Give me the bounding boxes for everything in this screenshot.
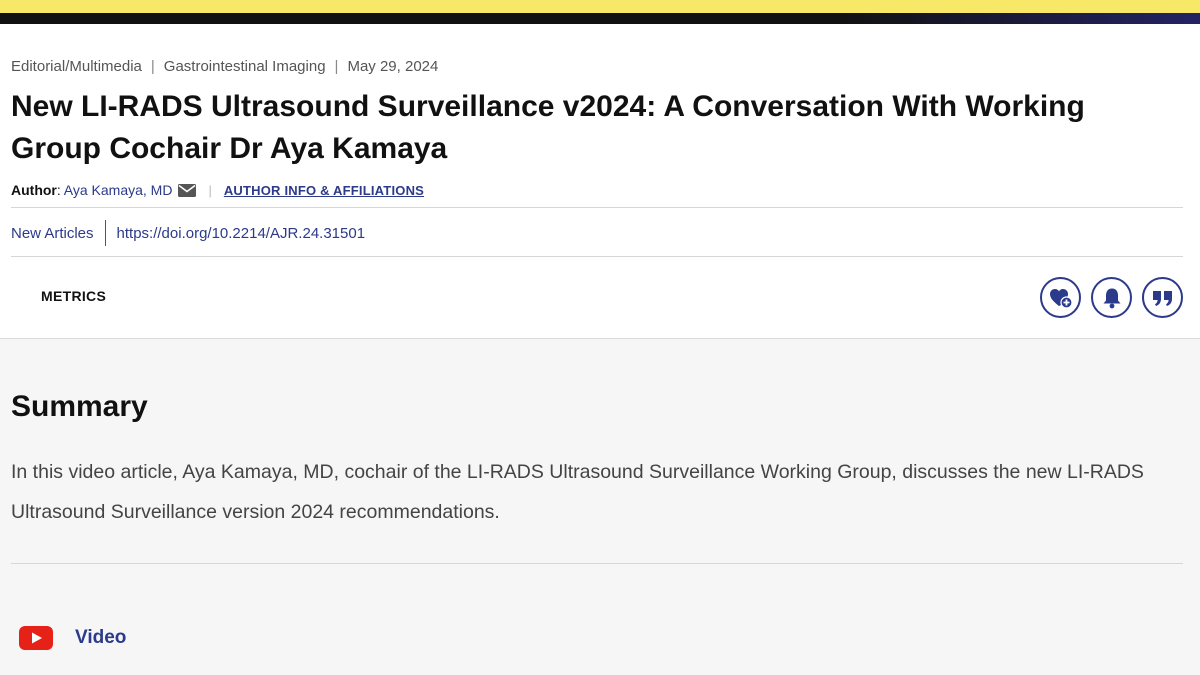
author-name-link[interactable]: Aya Kamaya, MD [64,182,173,198]
bell-icon [1103,288,1120,308]
band-fade [0,13,1200,24]
mail-icon[interactable] [178,183,197,197]
meta-separator: | [334,58,339,75]
article-section: Gastrointestinal Imaging [163,58,326,75]
video-label[interactable]: Video [75,627,126,649]
cite-button[interactable] [1142,277,1183,318]
author-label: Author [11,182,57,198]
alert-button[interactable] [1091,277,1132,318]
article-date: May 29, 2024 [347,58,439,75]
summary-text: In this video article, Aya Kamaya, MD, c… [11,461,1144,523]
top-color-band [0,0,1200,30]
author-separator: | [208,182,212,198]
favorite-button[interactable] [1040,277,1081,318]
doi-link[interactable]: https://doi.org/10.2214/AJR.24.31501 [117,225,366,242]
summary-heading: Summary [11,390,148,423]
divider [11,207,1183,208]
divider [11,256,1183,257]
quote-icon [1152,290,1172,306]
link-divider [104,220,106,246]
article-category: Editorial/Multimedia [11,58,142,75]
metrics-tab[interactable]: METRICS [41,288,106,304]
new-articles-link[interactable]: New Articles [11,225,94,242]
author-colon: : [56,182,61,198]
meta-separator: | [150,58,155,75]
article-meta: Editorial/Multimedia | Gastrointestinal Im… [11,58,438,75]
video-section-header[interactable]: Video [11,622,126,654]
author-line: Author: Aya Kamaya, MD | AUTHOR INFO & A… [11,182,424,198]
author-affiliations-link[interactable]: AUTHOR INFO & AFFILIATIONS [224,183,424,198]
youtube-play-icon [11,622,61,654]
divider [11,563,1183,564]
favorite-add-icon [1049,288,1073,309]
article-title: New LI-RADS Ultrasound Surveillance v202… [11,90,1085,165]
article-links: New Articles https://doi.org/10.2214/AJR… [11,220,365,246]
